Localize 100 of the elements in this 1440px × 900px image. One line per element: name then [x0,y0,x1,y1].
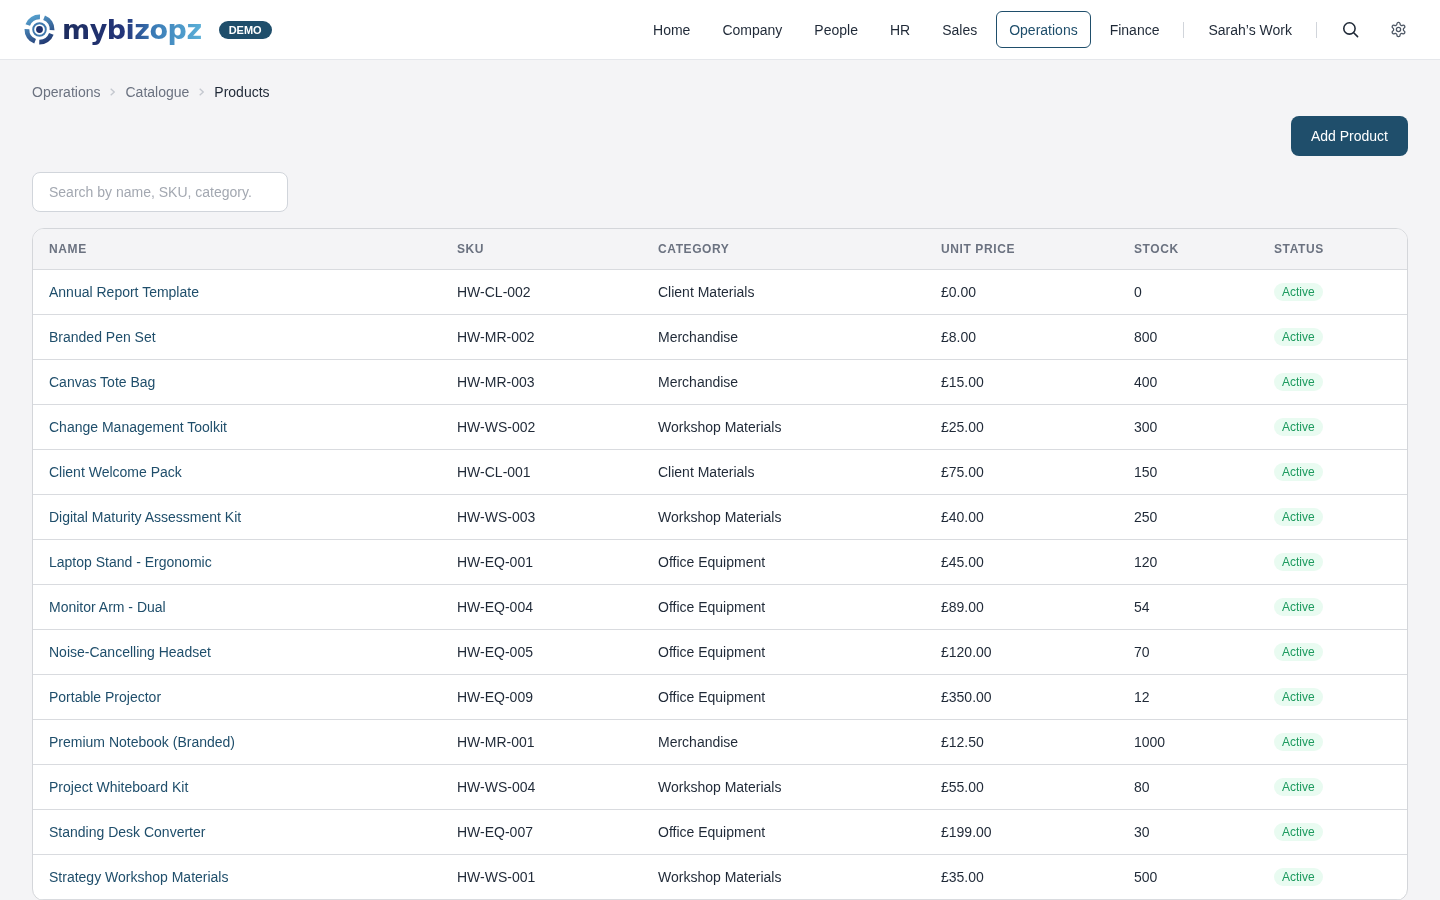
table-cell-text: £75.00 [940,464,985,480]
product-name-link[interactable]: Noise-Cancelling Headset [49,644,211,660]
table-cell-text: 1000 [1133,734,1167,750]
breadcrumb-link[interactable]: Catalogue [125,84,190,100]
status-badge: Active [1274,373,1323,391]
status-badge: Active [1274,778,1323,796]
table-cell-text: HW-CL-001 [456,464,532,480]
column-header: NAME [48,242,88,256]
table-cell-text: HW-WS-001 [456,869,537,885]
search-field[interactable]: Search by name, SKU, category. [32,172,288,212]
column-header: STATUS [1273,242,1325,256]
nav-link[interactable]: Sarah’s Work [1195,11,1305,48]
breadcrumb-current: Products [214,84,270,100]
product-name-link[interactable]: Laptop Stand - Ergonomic [49,554,212,570]
status-badge: Active [1274,598,1323,616]
table-cell-text: HW-CL-002 [456,284,532,300]
nav-link[interactable]: Sales [929,11,991,48]
table-cell-text: Office Equipment [657,644,767,660]
product-name-link[interactable]: Client Welcome Pack [49,464,182,480]
table-cell-text: £350.00 [940,689,993,705]
table-cell-text: HW-EQ-001 [456,554,534,570]
table-cell-text: Office Equipment [657,689,767,705]
table-cell-text: 300 [1133,419,1159,435]
product-name-link[interactable]: Digital Maturity Assessment Kit [49,509,242,525]
status-badge: Active [1274,283,1323,301]
status-badge: Active [1274,508,1323,526]
nav-link[interactable]: People [801,11,871,48]
table-cell-text: HW-EQ-004 [456,599,534,615]
product-name-link[interactable]: Strategy Workshop Materials [49,869,229,885]
table-cell-text: £55.00 [940,779,985,795]
table-cell-text: 150 [1133,464,1159,480]
table-cell-text: HW-WS-002 [456,419,537,435]
table-cell-text: HW-WS-004 [456,779,537,795]
table-cell-text: 70 [1133,644,1151,660]
nav-link[interactable]: HR [876,11,924,48]
table-cell-text: Merchandise [657,329,740,345]
table-cell-text: HW-EQ-009 [456,689,534,705]
settings-icon [1389,21,1407,38]
product-name-link[interactable]: Annual Report Template [49,284,199,300]
table-cell-text: Merchandise [657,374,740,390]
product-name-link[interactable]: Portable Projector [49,689,162,705]
table-cell-text: Office Equipment [657,554,767,570]
column-header: CATEGORY [657,242,731,256]
table-cell-text: Office Equipment [657,824,767,840]
nav-link[interactable]: Home [640,11,704,48]
status-badge: Active [1274,463,1323,481]
table-cell-text: 800 [1133,329,1159,345]
table-cell-text: 80 [1133,779,1151,795]
table-cell-text: HW-MR-001 [456,734,536,750]
table-cell-text: Workshop Materials [657,869,783,885]
table-cell-text: HW-EQ-007 [456,824,534,840]
demo-badge: DEMO [218,20,272,39]
status-badge: Active [1274,553,1323,571]
column-header: STOCK [1133,242,1180,256]
table-cell-text: £35.00 [940,869,985,885]
table-cell-text: Workshop Materials [657,779,783,795]
table-cell-text: £0.00 [940,284,978,300]
chevron-right-icon [199,88,205,96]
add-product-button[interactable]: Add Product [1290,116,1408,156]
table-cell-text: HW-MR-002 [456,329,536,345]
product-name-link[interactable]: Project Whiteboard Kit [49,779,189,795]
search-icon [1341,21,1359,38]
table-cell-text: £25.00 [940,419,985,435]
product-name-link[interactable]: Branded Pen Set [49,329,156,345]
status-badge: Active [1274,328,1323,346]
table-cell-text: Merchandise [657,734,740,750]
table-cell-text: Client Materials [657,284,756,300]
status-badge: Active [1274,868,1323,886]
table-cell-text: £12.50 [940,734,985,750]
table-cell-text: HW-MR-003 [456,374,536,390]
nav-link[interactable]: Company [709,11,796,48]
table-cell-text: 0 [1133,284,1143,300]
nav-link[interactable]: Operations [996,11,1091,48]
table-cell-text: £89.00 [940,599,985,615]
status-badge: Active [1274,418,1323,436]
table-cell-text: £8.00 [940,329,978,345]
table-cell-text: 400 [1133,374,1159,390]
logo-icon [24,14,55,45]
table-cell-text: 250 [1133,509,1159,525]
table-cell-text: 30 [1133,824,1151,840]
table-cell-text: Workshop Materials [657,509,783,525]
status-badge: Active [1274,733,1323,751]
table-cell-text: Client Materials [657,464,756,480]
table-cell-text: £15.00 [940,374,985,390]
table-cell-text: 120 [1133,554,1159,570]
table-cell-text: 54 [1133,599,1151,615]
chevron-right-icon [110,88,116,96]
table-cell-text: £40.00 [940,509,985,525]
product-name-link[interactable]: Canvas Tote Bag [49,374,156,390]
table-cell-text: Office Equipment [657,599,767,615]
product-name-link[interactable]: Change Management Toolkit [49,419,227,435]
product-name-link[interactable]: Monitor Arm - Dual [49,599,166,615]
table-cell-text: HW-WS-003 [456,509,537,525]
product-name-link[interactable]: Standing Desk Converter [49,824,206,840]
column-header: UNIT PRICE [940,242,1016,256]
nav-link[interactable]: Finance [1096,11,1173,48]
status-badge: Active [1274,688,1323,706]
product-name-link[interactable]: Premium Notebook (Branded) [49,734,235,750]
table-cell-text: £120.00 [940,644,993,660]
breadcrumb-link[interactable]: Operations [32,84,101,100]
